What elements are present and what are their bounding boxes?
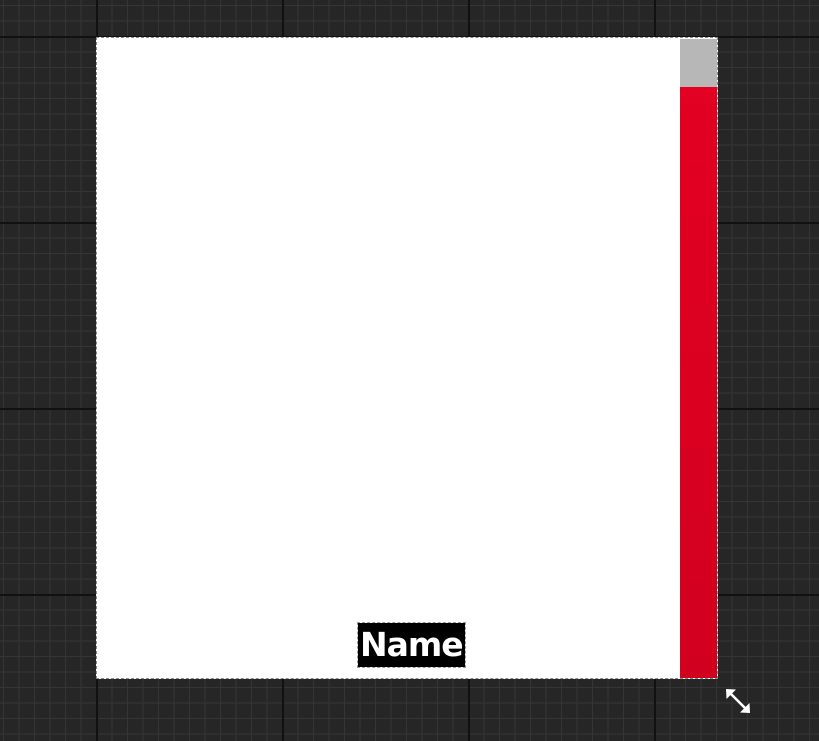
resize-diagonal-icon[interactable]	[723, 686, 753, 716]
name-text-block[interactable]: Name	[357, 622, 466, 668]
widget-frame[interactable]: Name	[96, 37, 718, 679]
progress-bar-fill	[680, 86, 717, 678]
progress-bar[interactable]	[680, 39, 717, 678]
